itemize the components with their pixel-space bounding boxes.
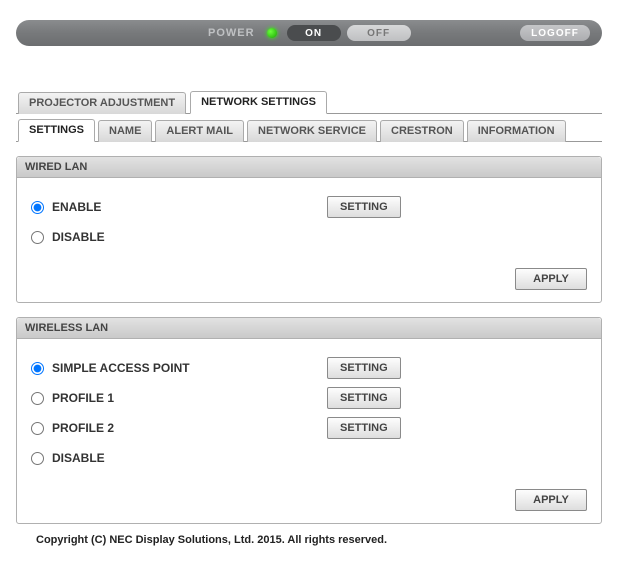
wireless-profile2-option[interactable]: PROFILE 2	[31, 421, 114, 435]
power-label: POWER	[208, 27, 255, 39]
wireless-simpleap-option[interactable]: SIMPLE ACCESS POINT	[31, 361, 190, 375]
wireless-simpleap-label: SIMPLE ACCESS POINT	[52, 361, 190, 375]
wired-disable-radio[interactable]	[31, 231, 44, 244]
wireless-profile1-radio[interactable]	[31, 392, 44, 405]
wireless-simpleap-radio[interactable]	[31, 362, 44, 375]
subtab-crestron[interactable]: CRESTRON	[380, 120, 464, 142]
wireless-simpleap-setting-button[interactable]: SETTING	[327, 357, 401, 379]
wireless-lan-panel: WIRELESS LAN SIMPLE ACCESS POINT SETTING…	[16, 317, 602, 524]
logoff-button[interactable]: LOGOFF	[520, 25, 590, 41]
wired-lan-panel: WIRED LAN ENABLE SETTING DISABLE APPLY	[16, 156, 602, 303]
wired-enable-option[interactable]: ENABLE	[31, 200, 101, 214]
subtab-name[interactable]: NAME	[98, 120, 152, 142]
power-led-icon	[267, 28, 277, 38]
power-on-button[interactable]: ON	[287, 25, 341, 41]
wired-disable-label: DISABLE	[52, 230, 105, 244]
wireless-profile1-option[interactable]: PROFILE 1	[31, 391, 114, 405]
wireless-profile2-label: PROFILE 2	[52, 421, 114, 435]
wireless-disable-radio[interactable]	[31, 452, 44, 465]
subtab-settings[interactable]: SETTINGS	[18, 119, 95, 142]
wired-enable-radio[interactable]	[31, 201, 44, 214]
power-off-button[interactable]: OFF	[347, 25, 411, 41]
wireless-profile2-setting-button[interactable]: SETTING	[327, 417, 401, 439]
subtab-alert-mail[interactable]: ALERT MAIL	[155, 120, 244, 142]
power-bar: POWER ON OFF LOGOFF	[16, 20, 602, 46]
wireless-profile2-radio[interactable]	[31, 422, 44, 435]
wireless-profile1-setting-button[interactable]: SETTING	[327, 387, 401, 409]
wired-lan-title: WIRED LAN	[17, 157, 601, 178]
wireless-lan-title: WIRELESS LAN	[17, 318, 601, 339]
copyright: Copyright (C) NEC Display Solutions, Ltd…	[36, 534, 602, 546]
tab-projector-adjustment[interactable]: PROJECTOR ADJUSTMENT	[18, 92, 186, 114]
wired-apply-button[interactable]: APPLY	[515, 268, 587, 290]
wired-setting-button[interactable]: SETTING	[327, 196, 401, 218]
main-tab-row: PROJECTOR ADJUSTMENT NETWORK SETTINGS	[16, 90, 602, 114]
wireless-disable-option[interactable]: DISABLE	[31, 451, 105, 465]
tab-network-settings[interactable]: NETWORK SETTINGS	[190, 91, 327, 114]
wired-enable-label: ENABLE	[52, 200, 101, 214]
wireless-profile1-label: PROFILE 1	[52, 391, 114, 405]
subtab-network-service[interactable]: NETWORK SERVICE	[247, 120, 377, 142]
wireless-disable-label: DISABLE	[52, 451, 105, 465]
subtab-information[interactable]: INFORMATION	[467, 120, 566, 142]
sub-tab-row: SETTINGS NAME ALERT MAIL NETWORK SERVICE…	[16, 118, 602, 142]
wired-disable-option[interactable]: DISABLE	[31, 230, 105, 244]
wireless-apply-button[interactable]: APPLY	[515, 489, 587, 511]
